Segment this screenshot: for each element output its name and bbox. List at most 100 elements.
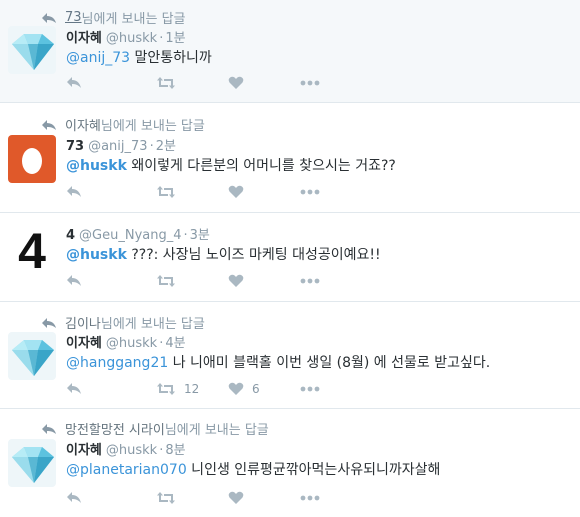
context-user-link[interactable]: 망전할망전 시라이 bbox=[65, 419, 165, 438]
like-count: 6 bbox=[252, 382, 260, 396]
tweet[interactable]: 이자혜 님에게 보내는 답글 73 @anij_73 · 2분 @huskk 왜… bbox=[0, 103, 580, 213]
context-suffix: 님에게 보내는 답글 bbox=[100, 119, 205, 134]
tweet-body: ???: 사장님 노이즈 마케팅 대성공이예요!! bbox=[126, 247, 381, 263]
retweet-icon bbox=[157, 186, 175, 198]
more-dots-icon bbox=[300, 495, 320, 501]
avatar[interactable] bbox=[8, 26, 56, 74]
reply-icon bbox=[67, 492, 81, 503]
number-four-avatar: 4 bbox=[8, 227, 56, 275]
tweet-body: 왜이렇게 다른분의 어머니를 찾으시는 거죠?? bbox=[126, 158, 396, 174]
avatar[interactable] bbox=[8, 135, 56, 183]
timestamp[interactable]: 8분 bbox=[165, 439, 185, 458]
context-user-link[interactable]: 김이나 bbox=[65, 313, 101, 332]
timestamp[interactable]: 1분 bbox=[165, 27, 185, 46]
retweet-icon bbox=[157, 492, 175, 504]
separator-dot: · bbox=[183, 228, 188, 243]
tweet[interactable]: 망전할망전 시라이 님에게 보내는 답글 이자혜 @huskk · 8분 @pl… bbox=[0, 409, 580, 517]
tweet-body: 말안통하니까 bbox=[130, 50, 212, 66]
display-name[interactable]: 이자혜 bbox=[66, 27, 102, 46]
display-name[interactable]: 73 bbox=[66, 139, 84, 154]
user-handle[interactable]: @Geu_Nyang_4 bbox=[79, 228, 181, 243]
timestamp[interactable]: 2분 bbox=[156, 135, 176, 154]
mention-link[interactable]: @anij_73 bbox=[66, 50, 130, 66]
like-button[interactable] bbox=[228, 185, 300, 199]
more-dots-icon bbox=[300, 189, 320, 195]
tweet[interactable]: 김이나 님에게 보내는 답글 이자혜 @huskk · 4분 @hanggang… bbox=[0, 302, 580, 409]
tweet-text: @planetarian070 니인생 인류평균깎아먹는사유되니까자살해 bbox=[66, 459, 440, 479]
tweet-body: 니인생 인류평균깎아먹는사유되니까자살해 bbox=[186, 462, 441, 478]
timestamp[interactable]: 3분 bbox=[190, 224, 210, 243]
heart-icon bbox=[228, 382, 244, 395]
avatar[interactable] bbox=[8, 332, 56, 380]
reply-context-icon bbox=[42, 119, 56, 130]
context-suffix: 님에게 보내는 답글 bbox=[164, 423, 269, 438]
reply-icon bbox=[67, 275, 81, 286]
reply-context-icon bbox=[42, 317, 56, 328]
egg-avatar bbox=[8, 135, 56, 183]
tweet-text: @huskk ???: 사장님 노이즈 마케팅 대성공이예요!! bbox=[66, 244, 381, 264]
more-dots-icon bbox=[300, 278, 320, 284]
reply-button[interactable] bbox=[66, 76, 156, 90]
reply-button[interactable] bbox=[66, 491, 156, 505]
tweet-body: 나 니애미 블랙홀 이번 생일 (8월) 에 선물로 받고싶다. bbox=[168, 355, 491, 371]
avatar[interactable]: 4 bbox=[8, 227, 56, 275]
context-suffix: 님에게 보내는 답글 bbox=[81, 12, 186, 27]
context-user-link[interactable]: 73 bbox=[65, 10, 82, 25]
reply-button[interactable] bbox=[66, 185, 156, 199]
separator-dot: · bbox=[159, 31, 164, 46]
heart-icon bbox=[228, 274, 244, 287]
separator-dot: · bbox=[159, 443, 164, 458]
user-handle[interactable]: @huskk bbox=[106, 443, 157, 458]
reply-icon bbox=[67, 383, 81, 394]
separator-dot: · bbox=[159, 336, 164, 351]
more-button[interactable] bbox=[300, 278, 320, 284]
like-button[interactable] bbox=[228, 76, 300, 90]
reply-context-icon bbox=[42, 423, 56, 434]
crystal-diamond-avatar bbox=[8, 439, 56, 487]
mention-link[interactable]: @huskk bbox=[66, 158, 127, 174]
reply-context: 망전할망전 시라이 님에게 보내는 답글 bbox=[41, 419, 269, 438]
tweet[interactable]: 4 4 @Geu_Nyang_4 · 3분 @huskk ???: 사장님 노이… bbox=[0, 213, 580, 302]
tweet[interactable]: 73 님에게 보내는 답글 이자혜 @huskk · 1분 @anij_73 말… bbox=[0, 0, 580, 103]
reply-context: 김이나 님에게 보내는 답글 bbox=[41, 313, 205, 332]
context-suffix: 님에게 보내는 답글 bbox=[100, 317, 205, 332]
display-name[interactable]: 4 bbox=[66, 228, 75, 243]
tweet-text: @hanggang21 나 니애미 블랙홀 이번 생일 (8월) 에 선물로 받… bbox=[66, 352, 490, 372]
mention-link[interactable]: @planetarian070 bbox=[66, 462, 187, 478]
reply-context-icon bbox=[42, 12, 56, 23]
more-dots-icon bbox=[300, 386, 320, 392]
retweet-icon bbox=[157, 383, 175, 395]
user-handle[interactable]: @huskk bbox=[106, 336, 157, 351]
display-name[interactable]: 이자혜 bbox=[66, 439, 102, 458]
more-button[interactable] bbox=[300, 495, 320, 501]
avatar[interactable] bbox=[8, 439, 56, 487]
retweet-button[interactable]: 12 bbox=[156, 382, 228, 396]
retweet-button[interactable] bbox=[156, 76, 228, 90]
user-handle[interactable]: @huskk bbox=[106, 31, 157, 46]
retweet-count: 12 bbox=[184, 382, 200, 396]
more-button[interactable] bbox=[300, 189, 320, 195]
retweet-button[interactable] bbox=[156, 274, 228, 288]
retweet-button[interactable] bbox=[156, 185, 228, 199]
context-user-link[interactable]: 이자혜 bbox=[65, 115, 101, 134]
reply-context: 이자혜 님에게 보내는 답글 bbox=[41, 115, 205, 134]
reply-button[interactable] bbox=[66, 382, 156, 396]
user-handle[interactable]: @anij_73 bbox=[88, 139, 147, 154]
like-button[interactable] bbox=[228, 274, 300, 288]
mention-link[interactable]: @huskk bbox=[66, 247, 127, 263]
like-button[interactable] bbox=[228, 491, 300, 505]
heart-icon bbox=[228, 185, 244, 198]
tweet-text: @huskk 왜이렇게 다른분의 어머니를 찾으시는 거죠?? bbox=[66, 155, 396, 175]
reply-icon bbox=[67, 77, 81, 88]
reply-context: 73 님에게 보내는 답글 bbox=[41, 8, 186, 27]
mention-link[interactable]: @hanggang21 bbox=[66, 355, 168, 371]
like-button[interactable]: 6 bbox=[228, 382, 300, 396]
retweet-icon bbox=[157, 77, 175, 89]
display-name[interactable]: 이자혜 bbox=[66, 332, 102, 351]
timestamp[interactable]: 4분 bbox=[165, 332, 185, 351]
retweet-button[interactable] bbox=[156, 491, 228, 505]
reply-button[interactable] bbox=[66, 274, 156, 288]
heart-icon bbox=[228, 76, 244, 89]
more-button[interactable] bbox=[300, 386, 320, 392]
more-button[interactable] bbox=[300, 80, 320, 86]
